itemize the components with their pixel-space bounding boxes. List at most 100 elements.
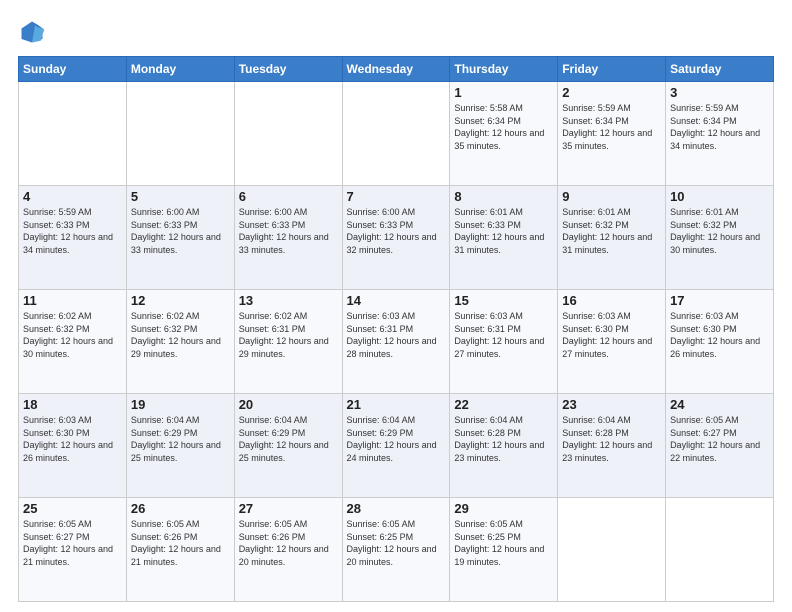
day-info: Sunrise: 6:00 AM Sunset: 6:33 PM Dayligh… bbox=[239, 206, 338, 256]
day-cell: 12 Sunrise: 6:02 AM Sunset: 6:32 PM Dayli… bbox=[126, 290, 234, 394]
day-number: 10 bbox=[670, 189, 769, 204]
day-cell: 22Sunrise: 6:04 AM Sunset: 6:28 PM Dayli… bbox=[450, 394, 558, 498]
day-cell: 24 Sunrise: 6:05 AM Sunset: 6:27 PM Dayli… bbox=[666, 394, 774, 498]
day-number: 21 bbox=[347, 397, 446, 412]
day-cell: 20 Sunrise: 6:04 AM Sunset: 6:29 PM Dayli… bbox=[234, 394, 342, 498]
day-cell: 9 Sunrise: 6:01 AM Sunset: 6:32 PM Daylig… bbox=[558, 186, 666, 290]
day-info: Sunrise: 5:59 AM Sunset: 6:34 PM Dayligh… bbox=[670, 102, 769, 152]
day-cell bbox=[342, 82, 450, 186]
day-cell: 15Sunrise: 6:03 AM Sunset: 6:31 PM Dayli… bbox=[450, 290, 558, 394]
day-cell: 3 Sunrise: 5:59 AM Sunset: 6:34 PM Daylig… bbox=[666, 82, 774, 186]
weekday-header-row: SundayMondayTuesdayWednesdayThursdayFrid… bbox=[19, 57, 774, 82]
day-number: 8 bbox=[454, 189, 553, 204]
day-cell bbox=[234, 82, 342, 186]
day-number: 11 bbox=[23, 293, 122, 308]
day-info: Sunrise: 5:59 AM Sunset: 6:33 PM Dayligh… bbox=[23, 206, 122, 256]
weekday-header-thursday: Thursday bbox=[450, 57, 558, 82]
day-cell: 27 Sunrise: 6:05 AM Sunset: 6:26 PM Dayli… bbox=[234, 498, 342, 602]
logo-icon bbox=[18, 18, 46, 46]
day-cell: 18 Sunrise: 6:03 AM Sunset: 6:30 PM Dayli… bbox=[19, 394, 127, 498]
day-info: Sunrise: 6:04 AM Sunset: 6:29 PM Dayligh… bbox=[131, 414, 230, 464]
day-cell: 5 Sunrise: 6:00 AM Sunset: 6:33 PM Daylig… bbox=[126, 186, 234, 290]
day-number: 17 bbox=[670, 293, 769, 308]
day-info: Sunrise: 6:05 AM Sunset: 6:27 PM Dayligh… bbox=[670, 414, 769, 464]
week-row-1: 4 Sunrise: 5:59 AM Sunset: 6:33 PM Daylig… bbox=[19, 186, 774, 290]
day-cell bbox=[126, 82, 234, 186]
day-info: Sunrise: 6:00 AM Sunset: 6:33 PM Dayligh… bbox=[347, 206, 446, 256]
day-info: Sunrise: 6:05 AM Sunset: 6:25 PM Dayligh… bbox=[454, 518, 553, 568]
week-row-2: 11 Sunrise: 6:02 AM Sunset: 6:32 PM Dayli… bbox=[19, 290, 774, 394]
day-cell: 29 Sunrise: 6:05 AM Sunset: 6:25 PM Dayli… bbox=[450, 498, 558, 602]
day-number: 16 bbox=[562, 293, 661, 308]
day-number: 27 bbox=[239, 501, 338, 516]
day-info: Sunrise: 6:05 AM Sunset: 6:26 PM Dayligh… bbox=[131, 518, 230, 568]
day-cell: 6 Sunrise: 6:00 AM Sunset: 6:33 PM Daylig… bbox=[234, 186, 342, 290]
day-number: 23 bbox=[562, 397, 661, 412]
day-info: Sunrise: 6:03 AM Sunset: 6:31 PM Dayligh… bbox=[454, 310, 553, 360]
day-info: Sunrise: 6:01 AM Sunset: 6:32 PM Dayligh… bbox=[670, 206, 769, 256]
day-cell: 25Sunrise: 6:05 AM Sunset: 6:27 PM Dayli… bbox=[19, 498, 127, 602]
weekday-header-wednesday: Wednesday bbox=[342, 57, 450, 82]
day-cell: 21 Sunrise: 6:04 AM Sunset: 6:29 PM Dayli… bbox=[342, 394, 450, 498]
day-info: Sunrise: 6:01 AM Sunset: 6:32 PM Dayligh… bbox=[562, 206, 661, 256]
day-number: 9 bbox=[562, 189, 661, 204]
day-cell: 26 Sunrise: 6:05 AM Sunset: 6:26 PM Dayli… bbox=[126, 498, 234, 602]
weekday-header-sunday: Sunday bbox=[19, 57, 127, 82]
day-cell: 14 Sunrise: 6:03 AM Sunset: 6:31 PM Dayli… bbox=[342, 290, 450, 394]
day-number: 2 bbox=[562, 85, 661, 100]
day-info: Sunrise: 6:02 AM Sunset: 6:31 PM Dayligh… bbox=[239, 310, 338, 360]
page: SundayMondayTuesdayWednesdayThursdayFrid… bbox=[0, 0, 792, 612]
day-cell: 10 Sunrise: 6:01 AM Sunset: 6:32 PM Dayli… bbox=[666, 186, 774, 290]
day-cell bbox=[19, 82, 127, 186]
day-number: 7 bbox=[347, 189, 446, 204]
day-number: 28 bbox=[347, 501, 446, 516]
day-cell bbox=[558, 498, 666, 602]
day-number: 4 bbox=[23, 189, 122, 204]
day-info: Sunrise: 6:04 AM Sunset: 6:29 PM Dayligh… bbox=[347, 414, 446, 464]
weekday-header-friday: Friday bbox=[558, 57, 666, 82]
day-info: Sunrise: 6:05 AM Sunset: 6:25 PM Dayligh… bbox=[347, 518, 446, 568]
day-info: Sunrise: 6:03 AM Sunset: 6:30 PM Dayligh… bbox=[670, 310, 769, 360]
logo bbox=[18, 18, 50, 46]
day-info: Sunrise: 6:04 AM Sunset: 6:29 PM Dayligh… bbox=[239, 414, 338, 464]
day-info: Sunrise: 6:05 AM Sunset: 6:27 PM Dayligh… bbox=[23, 518, 122, 568]
day-info: Sunrise: 6:03 AM Sunset: 6:31 PM Dayligh… bbox=[347, 310, 446, 360]
day-info: Sunrise: 6:03 AM Sunset: 6:30 PM Dayligh… bbox=[562, 310, 661, 360]
day-cell: 1Sunrise: 5:58 AM Sunset: 6:34 PM Daylig… bbox=[450, 82, 558, 186]
weekday-header-tuesday: Tuesday bbox=[234, 57, 342, 82]
week-row-4: 25Sunrise: 6:05 AM Sunset: 6:27 PM Dayli… bbox=[19, 498, 774, 602]
day-cell: 4 Sunrise: 5:59 AM Sunset: 6:33 PM Daylig… bbox=[19, 186, 127, 290]
day-info: Sunrise: 6:05 AM Sunset: 6:26 PM Dayligh… bbox=[239, 518, 338, 568]
day-number: 6 bbox=[239, 189, 338, 204]
day-cell: 11 Sunrise: 6:02 AM Sunset: 6:32 PM Dayli… bbox=[19, 290, 127, 394]
header bbox=[18, 18, 774, 46]
day-cell: 19 Sunrise: 6:04 AM Sunset: 6:29 PM Dayli… bbox=[126, 394, 234, 498]
day-number: 18 bbox=[23, 397, 122, 412]
day-info: Sunrise: 6:02 AM Sunset: 6:32 PM Dayligh… bbox=[131, 310, 230, 360]
day-number: 22 bbox=[454, 397, 553, 412]
day-cell: 8 Sunrise: 6:01 AM Sunset: 6:33 PM Daylig… bbox=[450, 186, 558, 290]
day-info: Sunrise: 5:59 AM Sunset: 6:34 PM Dayligh… bbox=[562, 102, 661, 152]
day-number: 12 bbox=[131, 293, 230, 308]
day-cell: 16 Sunrise: 6:03 AM Sunset: 6:30 PM Dayli… bbox=[558, 290, 666, 394]
day-number: 29 bbox=[454, 501, 553, 516]
day-info: Sunrise: 6:00 AM Sunset: 6:33 PM Dayligh… bbox=[131, 206, 230, 256]
day-number: 3 bbox=[670, 85, 769, 100]
day-info: Sunrise: 5:58 AM Sunset: 6:34 PM Dayligh… bbox=[454, 102, 553, 152]
day-number: 20 bbox=[239, 397, 338, 412]
day-cell bbox=[666, 498, 774, 602]
day-number: 14 bbox=[347, 293, 446, 308]
day-number: 26 bbox=[131, 501, 230, 516]
day-cell: 13 Sunrise: 6:02 AM Sunset: 6:31 PM Dayli… bbox=[234, 290, 342, 394]
week-row-0: 1Sunrise: 5:58 AM Sunset: 6:34 PM Daylig… bbox=[19, 82, 774, 186]
calendar: SundayMondayTuesdayWednesdayThursdayFrid… bbox=[18, 56, 774, 602]
weekday-header-monday: Monday bbox=[126, 57, 234, 82]
day-number: 13 bbox=[239, 293, 338, 308]
day-number: 19 bbox=[131, 397, 230, 412]
day-info: Sunrise: 6:01 AM Sunset: 6:33 PM Dayligh… bbox=[454, 206, 553, 256]
weekday-header-saturday: Saturday bbox=[666, 57, 774, 82]
day-info: Sunrise: 6:02 AM Sunset: 6:32 PM Dayligh… bbox=[23, 310, 122, 360]
day-number: 5 bbox=[131, 189, 230, 204]
day-info: Sunrise: 6:03 AM Sunset: 6:30 PM Dayligh… bbox=[23, 414, 122, 464]
day-number: 24 bbox=[670, 397, 769, 412]
